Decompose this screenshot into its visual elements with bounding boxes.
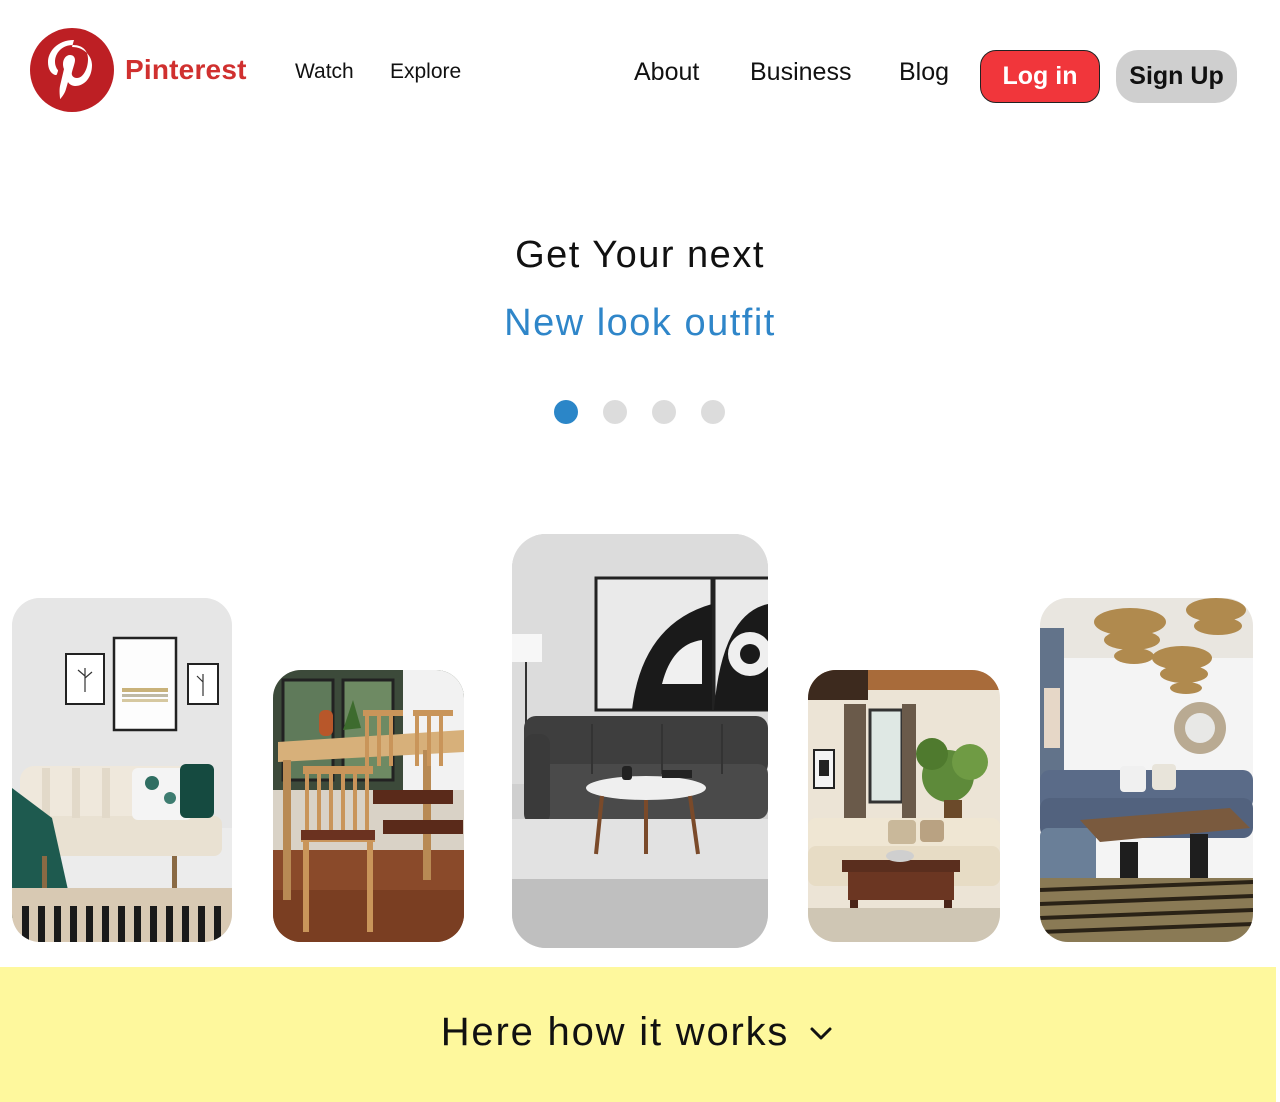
nav-business[interactable]: Business [750,58,851,87]
signup-button[interactable]: Sign Up [1116,50,1237,103]
beige-living-room-photo[interactable] [808,670,1000,942]
nav-blog[interactable]: Blog [899,58,949,87]
carousel-dot-1[interactable] [554,400,578,424]
hero-subtitle: New look outfit [504,302,776,344]
living-room-sofa-photo[interactable] [12,598,232,942]
brand-name[interactable]: Pinterest [125,54,247,86]
blue-sectional-living-room-photo[interactable] [1040,598,1253,942]
login-button[interactable]: Log in [980,50,1100,103]
chevron-down-icon [810,1027,832,1039]
pinterest-logo-icon[interactable] [30,28,114,112]
how-it-works-toggle[interactable]: Here how it works [441,1010,835,1055]
nav-explore[interactable]: Explore [390,60,461,84]
hero-title: Get Your next [515,234,765,276]
nav-about[interactable]: About [634,58,699,87]
how-it-works-banner: Here how it works [0,967,1276,1102]
dining-table-chairs-photo[interactable] [273,670,464,942]
carousel-dot-4[interactable] [701,400,725,424]
carousel-dot-2[interactable] [603,400,627,424]
carousel-dots [554,400,725,424]
grey-sectional-sofa-photo[interactable] [512,534,768,948]
how-it-works-label: Here how it works [440,1010,790,1054]
carousel-dot-3[interactable] [652,400,676,424]
nav-watch[interactable]: Watch [295,60,354,84]
